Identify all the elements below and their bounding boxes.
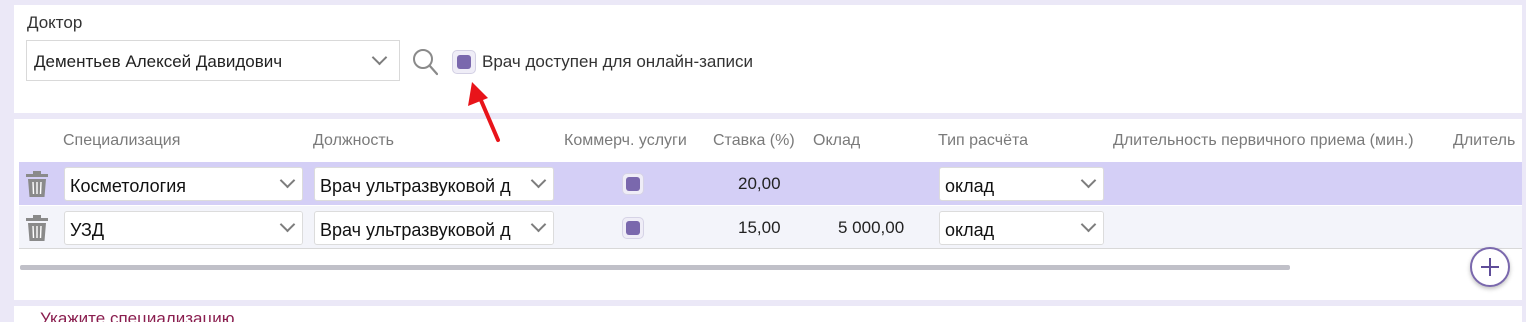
calc-type-select[interactable]: оклад [939, 167, 1104, 201]
specialization-hint-panel: Укажите специализацию [14, 306, 1522, 322]
column-header-salary: Оклад [813, 132, 861, 149]
column-header-primary-duration: Длительность первичного приема (мин.) [1113, 132, 1414, 149]
calc-type-value: оклад [945, 220, 995, 240]
trash-icon[interactable] [26, 171, 48, 197]
specialization-value: Косметология [70, 176, 187, 196]
column-header-specialization: Специализация [63, 132, 181, 149]
specialization-value: УЗД [70, 220, 105, 240]
checkbox-checked-mark [626, 221, 640, 235]
online-booking-checkbox[interactable] [452, 50, 476, 74]
add-icon[interactable] [1470, 247, 1510, 287]
search-icon[interactable] [412, 48, 438, 76]
position-select[interactable]: Врач ультразвуковой д [314, 167, 554, 201]
doctor-label: Доктор [27, 13, 83, 32]
column-header-position: Должность [313, 132, 394, 149]
specialization-select[interactable]: УЗД [64, 211, 303, 245]
position-value: Врач ультразвуковой д [320, 176, 511, 196]
column-header-commercial: Коммерч. услуги [564, 132, 687, 149]
position-value: Врач ультразвуковой д [320, 220, 511, 240]
horizontal-scrollbar[interactable] [20, 265, 1290, 270]
doctor-select-value: Дементьев Алексей Давидович [34, 52, 283, 71]
checkbox-checked-mark [457, 55, 471, 69]
column-header-calc-type: Тип расчёта [938, 132, 1029, 149]
validation-hint: Укажите специализацию [40, 309, 235, 322]
table-row[interactable]: Косметология Врач ультразвуковой д 20,00… [19, 162, 1522, 205]
chevron-down-icon [371, 49, 388, 66]
arrow-annotation [468, 82, 500, 142]
commercial-checkbox[interactable] [622, 173, 644, 195]
doctor-select[interactable]: Дементьев Алексей Давидович [26, 40, 400, 81]
specializations-table: Специализация Должность Коммерч. услуги … [14, 119, 1522, 300]
rate-value: 15,00 [738, 218, 781, 237]
position-select[interactable]: Врач ультразвуковой д [314, 211, 554, 245]
specialization-select[interactable]: Косметология [64, 167, 303, 201]
salary-value: 5 000,00 [838, 218, 905, 237]
rate-value: 20,00 [738, 174, 781, 193]
calc-type-select[interactable]: оклад [939, 211, 1104, 245]
checkbox-checked-mark [626, 177, 640, 191]
online-booking-label: Врач доступен для онлайн-записи [482, 52, 754, 71]
column-header-rate: Ставка (%) [713, 132, 795, 149]
column-header-duration: Длитель [1453, 132, 1516, 149]
calc-type-value: оклад [945, 176, 995, 196]
table-row[interactable]: УЗД Врач ультразвуковой д 15,00 5 000,00… [19, 206, 1522, 249]
trash-icon[interactable] [26, 215, 48, 241]
doctor-panel: Доктор Дементьев Алексей Давидович Врач … [14, 5, 1522, 113]
commercial-checkbox[interactable] [622, 217, 644, 239]
